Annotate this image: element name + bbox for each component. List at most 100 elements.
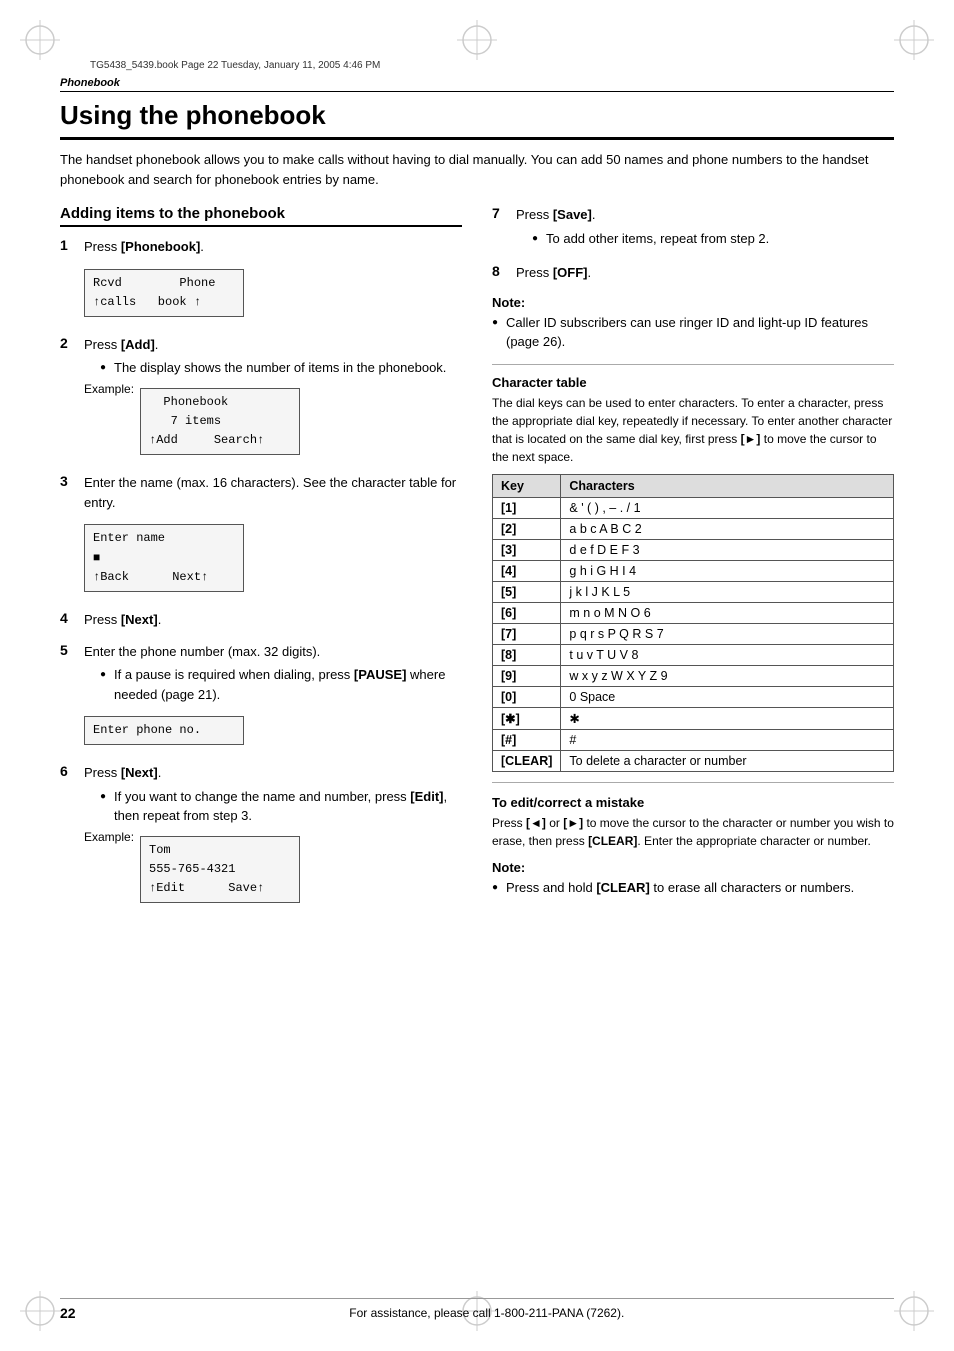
- step-6: 6 Press [Next]. If you want to change th…: [60, 763, 462, 909]
- left-column: Adding items to the phonebook 1 Press [P…: [60, 205, 462, 921]
- step-6-example-row: Example: Tom 555-765-4321 ↑Edit Save↑: [84, 830, 462, 910]
- step-5-bullet: If a pause is required when dialing, pre…: [100, 665, 462, 704]
- char-table-chars-6: p q r s P Q R S 7: [561, 623, 894, 644]
- step-2-example-label: Example:: [84, 382, 134, 396]
- edit-mistake-text: Press [◄] or [►] to move the cursor to t…: [492, 814, 894, 850]
- note-2: Note: Press and hold [CLEAR] to erase al…: [492, 860, 894, 898]
- cursor-right-key: [►]: [741, 432, 761, 446]
- step-7-text: Press [Save].: [516, 207, 596, 222]
- step-2-sub: The display shows the number of items in…: [100, 358, 462, 378]
- edit-mistake-title: To edit/correct a mistake: [492, 795, 894, 810]
- char-table-row-1: [2]a b c A B C 2: [493, 518, 894, 539]
- step-7-number: 7: [492, 205, 512, 221]
- corner-mark-tm: [457, 20, 497, 60]
- char-table-chars-3: g h i G H I 4: [561, 560, 894, 581]
- char-table-row-0: [1]& ' ( ) , – . / 1: [493, 497, 894, 518]
- cursor-right-key2: [►]: [563, 816, 583, 830]
- step-2-content: Press [Add]. The display shows the numbe…: [84, 335, 462, 462]
- corner-mark-tl: [20, 20, 60, 60]
- char-table-key-12: [CLEAR]: [493, 750, 561, 771]
- character-table: Key Characters [1]& ' ( ) , – . / 1[2]a …: [492, 474, 894, 772]
- page: TG5438_5439.book Page 22 Tuesday, Januar…: [0, 0, 954, 1351]
- step-5-content: Enter the phone number (max. 32 digits).…: [84, 642, 462, 752]
- step-2-bullet: The display shows the number of items in…: [100, 358, 462, 378]
- step-1-text: Press [Phonebook].: [84, 239, 204, 254]
- step-5: 5 Enter the phone number (max. 32 digits…: [60, 642, 462, 752]
- step-2: 2 Press [Add]. The display shows the num…: [60, 335, 462, 462]
- char-table-row-2: [3]d e f D E F 3: [493, 539, 894, 560]
- char-table-key-5: [6]: [493, 602, 561, 623]
- step-3: 3 Enter the name (max. 16 characters). S…: [60, 473, 462, 598]
- char-table-chars-10: ✱: [561, 707, 894, 729]
- main-content: Adding items to the phonebook 1 Press [P…: [60, 205, 894, 921]
- step-8-text: Press [OFF].: [516, 265, 591, 280]
- char-table-header-chars: Characters: [561, 474, 894, 497]
- step-6-lcd: Tom 555-765-4321 ↑Edit Save↑: [140, 836, 300, 904]
- step-7: 7 Press [Save]. To add other items, repe…: [492, 205, 894, 251]
- char-table-row-10: [✱]✱: [493, 707, 894, 729]
- char-table-chars-0: & ' ( ) , – . / 1: [561, 497, 894, 518]
- char-table-row-8: [9]w x y z W X Y Z 9: [493, 665, 894, 686]
- section-header: Phonebook: [60, 77, 894, 92]
- char-table-key-4: [5]: [493, 581, 561, 602]
- footer-support-text: For assistance, please call 1-800-211-PA…: [349, 1306, 624, 1320]
- step-2-example-row: Example: Phonebook 7 items ↑Add Search↑: [84, 382, 462, 462]
- subsection-title: Adding items to the phonebook: [60, 205, 462, 227]
- char-table-row-6: [7]p q r s P Q R S 7: [493, 623, 894, 644]
- step-6-number: 6: [60, 763, 80, 779]
- char-table-key-6: [7]: [493, 623, 561, 644]
- char-table-intro: The dial keys can be used to enter chara…: [492, 394, 894, 466]
- step-1-lcd: Rcvd Phone ↑calls book ↑: [84, 269, 244, 317]
- step-6-example-label: Example:: [84, 830, 134, 844]
- char-table-key-10: [✱]: [493, 707, 561, 729]
- char-table-chars-1: a b c A B C 2: [561, 518, 894, 539]
- step-3-number: 3: [60, 473, 80, 489]
- step-6-text: Press [Next].: [84, 765, 161, 780]
- note-2-bullet: Press and hold [CLEAR] to erase all char…: [492, 878, 894, 898]
- note-2-clear-key: [CLEAR]: [596, 880, 649, 895]
- char-table-row-11: [#]#: [493, 729, 894, 750]
- step-6-edit-key: [Edit]: [410, 789, 443, 804]
- char-table-chars-11: #: [561, 729, 894, 750]
- corner-mark-br: [894, 1291, 934, 1331]
- step-1-number: 1: [60, 237, 80, 253]
- char-table-chars-4: j k l J K L 5: [561, 581, 894, 602]
- step-7-content: Press [Save]. To add other items, repeat…: [516, 205, 894, 251]
- rule-2: [492, 782, 894, 783]
- step-4-text: Press [Next].: [84, 612, 161, 627]
- step-2-number: 2: [60, 335, 80, 351]
- step-2-lcd: Phonebook 7 items ↑Add Search↑: [140, 388, 300, 456]
- char-table-key-11: [#]: [493, 729, 561, 750]
- step-2-text: Press [Add].: [84, 337, 158, 352]
- step-5-pause-key: [PAUSE]: [354, 667, 406, 682]
- corner-mark-tr: [894, 20, 934, 60]
- clear-key: [CLEAR]: [588, 834, 637, 848]
- step-5-sub: If a pause is required when dialing, pre…: [100, 665, 462, 704]
- char-table-chars-5: m n o M N O 6: [561, 602, 894, 623]
- rule-1: [492, 364, 894, 365]
- step-1-content: Press [Phonebook]. Rcvd Phone ↑calls boo…: [84, 237, 462, 323]
- step-6-key: [Next]: [121, 765, 158, 780]
- step-5-text: Enter the phone number (max. 32 digits).: [84, 644, 320, 659]
- char-table-chars-2: d e f D E F 3: [561, 539, 894, 560]
- step-8-content: Press [OFF].: [516, 263, 894, 283]
- corner-mark-bl: [20, 1291, 60, 1331]
- note-1: Note: Caller ID subscribers can use ring…: [492, 295, 894, 352]
- step-2-key: [Add]: [121, 337, 155, 352]
- cursor-left-key: [◄]: [526, 816, 546, 830]
- step-4-key: [Next]: [121, 612, 158, 627]
- note-1-label: Note:: [492, 295, 894, 310]
- note-1-bullet: Caller ID subscribers can use ringer ID …: [492, 313, 894, 352]
- char-table-chars-7: t u v T U V 8: [561, 644, 894, 665]
- step-3-text: Enter the name (max. 16 characters). See…: [84, 475, 456, 510]
- char-table-row-3: [4]g h i G H I 4: [493, 560, 894, 581]
- step-4-content: Press [Next].: [84, 610, 462, 630]
- step-6-sub: If you want to change the name and numbe…: [100, 787, 462, 826]
- step-3-content: Enter the name (max. 16 characters). See…: [84, 473, 462, 598]
- char-table-key-2: [3]: [493, 539, 561, 560]
- step-1: 1 Press [Phonebook]. Rcvd Phone ↑calls b…: [60, 237, 462, 323]
- intro-text: The handset phonebook allows you to make…: [60, 150, 894, 189]
- char-table-header-key: Key: [493, 474, 561, 497]
- step-6-content: Press [Next]. If you want to change the …: [84, 763, 462, 909]
- char-table-key-1: [2]: [493, 518, 561, 539]
